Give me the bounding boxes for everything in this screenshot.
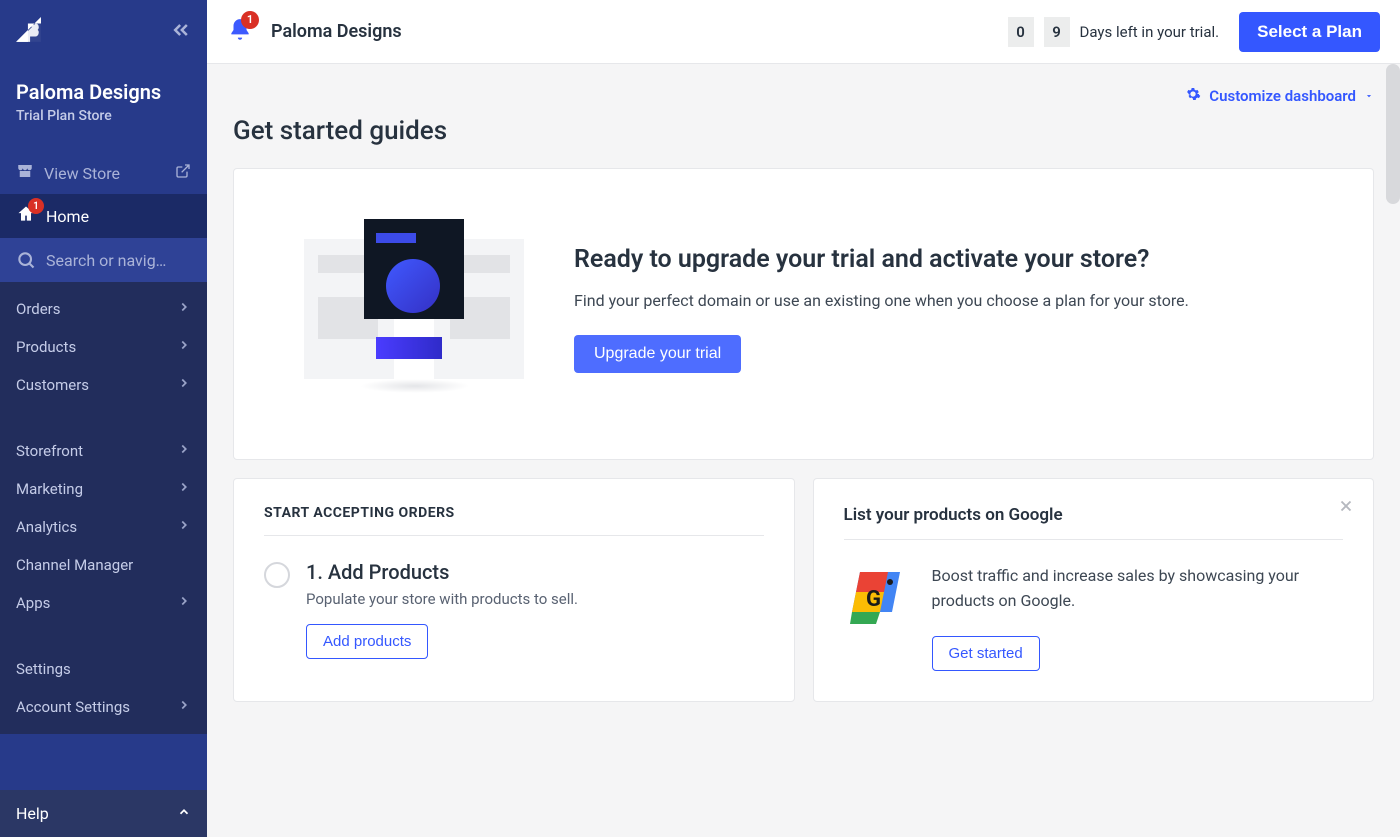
page-heading: Get started guides bbox=[233, 116, 1374, 146]
external-link-icon bbox=[175, 163, 191, 183]
chevron-right-icon bbox=[177, 338, 191, 356]
sidebar: Paloma Designs Trial Plan Store View Sto… bbox=[0, 0, 207, 837]
nav-home[interactable]: 1 Home bbox=[0, 194, 207, 238]
svg-text:G: G bbox=[866, 587, 881, 612]
store-info: Paloma Designs Trial Plan Store bbox=[0, 64, 207, 140]
nav-account-settings[interactable]: Account Settings bbox=[0, 688, 207, 726]
customize-dashboard-label: Customize dashboard bbox=[1209, 87, 1356, 105]
select-plan-button[interactable]: Select a Plan bbox=[1239, 12, 1380, 52]
topbar-title: Paloma Designs bbox=[271, 21, 402, 42]
gear-icon bbox=[1185, 86, 1201, 106]
home-badge: 1 bbox=[28, 198, 44, 214]
nav-help-label: Help bbox=[16, 804, 49, 823]
chevron-up-icon bbox=[177, 804, 191, 823]
upgrade-illustration bbox=[304, 219, 524, 399]
nav-help[interactable]: Help bbox=[0, 790, 207, 837]
view-store-link[interactable]: View Store bbox=[0, 152, 207, 194]
nav-analytics[interactable]: Analytics bbox=[0, 508, 207, 546]
store-name: Paloma Designs bbox=[16, 80, 191, 104]
caret-down-icon bbox=[1364, 87, 1374, 105]
sidebar-top bbox=[0, 0, 207, 64]
chevron-right-icon bbox=[177, 518, 191, 536]
nav-account-settings-label: Account Settings bbox=[16, 698, 130, 716]
nav-apps[interactable]: Apps bbox=[0, 584, 207, 622]
upgrade-trial-button[interactable]: Upgrade your trial bbox=[574, 335, 741, 373]
upgrade-trial-card: Ready to upgrade your trial and activate… bbox=[233, 168, 1374, 460]
upgrade-body: Find your perfect domain or use an exist… bbox=[574, 288, 1189, 314]
nav-products-label: Products bbox=[16, 338, 76, 356]
trial-days-digit-2: 9 bbox=[1044, 17, 1070, 47]
chevron-right-icon bbox=[177, 300, 191, 318]
nav-marketing[interactable]: Marketing bbox=[0, 470, 207, 508]
trial-days-text: Days left in your trial. bbox=[1080, 23, 1220, 41]
view-store-label: View Store bbox=[44, 164, 120, 183]
collapse-sidebar-icon[interactable] bbox=[171, 20, 191, 44]
nav-home-label: Home bbox=[46, 207, 89, 226]
trial-days-digit-1: 0 bbox=[1008, 17, 1034, 47]
nav-products[interactable]: Products bbox=[0, 328, 207, 366]
divider bbox=[844, 539, 1344, 540]
nav-storefront[interactable]: Storefront bbox=[0, 432, 207, 470]
main: 1 Paloma Designs 0 9 Days left in your t… bbox=[207, 0, 1400, 837]
divider bbox=[264, 535, 764, 536]
search-placeholder: Search or navig… bbox=[46, 251, 166, 270]
nav-channel-manager[interactable]: Channel Manager bbox=[0, 546, 207, 584]
google-listing-card: List your products on Google G Boost tra… bbox=[813, 478, 1375, 702]
chevron-right-icon bbox=[177, 442, 191, 460]
bell-icon bbox=[227, 28, 253, 47]
google-shopping-icon: G bbox=[844, 564, 908, 628]
nav-channel-manager-label: Channel Manager bbox=[16, 556, 133, 574]
close-icon[interactable] bbox=[1337, 497, 1355, 515]
google-card-body: Boost traffic and increase sales by show… bbox=[932, 564, 1344, 614]
google-get-started-button[interactable]: Get started bbox=[932, 636, 1040, 671]
nav-section: Orders Products Customers Storefront Mar… bbox=[0, 282, 207, 734]
chevron-right-icon bbox=[177, 480, 191, 498]
add-products-button[interactable]: Add products bbox=[306, 624, 428, 659]
orders-card-title: START ACCEPTING ORDERS bbox=[264, 505, 764, 521]
upgrade-title: Ready to upgrade your trial and activate… bbox=[574, 245, 1189, 274]
step-body: Populate your store with products to sel… bbox=[306, 590, 578, 608]
nav-settings-label: Settings bbox=[16, 660, 71, 678]
notifications-button[interactable]: 1 bbox=[227, 17, 253, 47]
nav-customers-label: Customers bbox=[16, 376, 89, 394]
step-progress-circle bbox=[264, 562, 290, 588]
nav-orders-label: Orders bbox=[16, 300, 61, 318]
nav-analytics-label: Analytics bbox=[16, 518, 77, 536]
nav-storefront-label: Storefront bbox=[16, 442, 83, 460]
store-plan-label: Trial Plan Store bbox=[16, 108, 191, 124]
chevron-right-icon bbox=[177, 594, 191, 612]
nav-orders[interactable]: Orders bbox=[0, 290, 207, 328]
chevron-right-icon bbox=[177, 698, 191, 716]
search-input[interactable]: Search or navig… bbox=[0, 238, 207, 282]
start-accepting-orders-card: START ACCEPTING ORDERS 1. Add Products P… bbox=[233, 478, 795, 702]
nav-settings[interactable]: Settings bbox=[0, 650, 207, 688]
nav-apps-label: Apps bbox=[16, 594, 50, 612]
content: Customize dashboard Get started guides bbox=[207, 64, 1400, 837]
storefront-icon bbox=[16, 162, 34, 184]
google-card-title: List your products on Google bbox=[844, 505, 1344, 525]
search-icon bbox=[16, 250, 36, 270]
step-title: 1. Add Products bbox=[306, 560, 578, 584]
customize-dashboard-link[interactable]: Customize dashboard bbox=[1185, 86, 1374, 106]
topbar: 1 Paloma Designs 0 9 Days left in your t… bbox=[207, 0, 1400, 64]
bigcommerce-logo-icon bbox=[16, 17, 42, 47]
nav-customers[interactable]: Customers bbox=[0, 366, 207, 404]
chevron-right-icon bbox=[177, 376, 191, 394]
scrollbar[interactable] bbox=[1386, 64, 1400, 204]
nav-marketing-label: Marketing bbox=[16, 480, 83, 498]
notifications-badge: 1 bbox=[241, 11, 259, 29]
